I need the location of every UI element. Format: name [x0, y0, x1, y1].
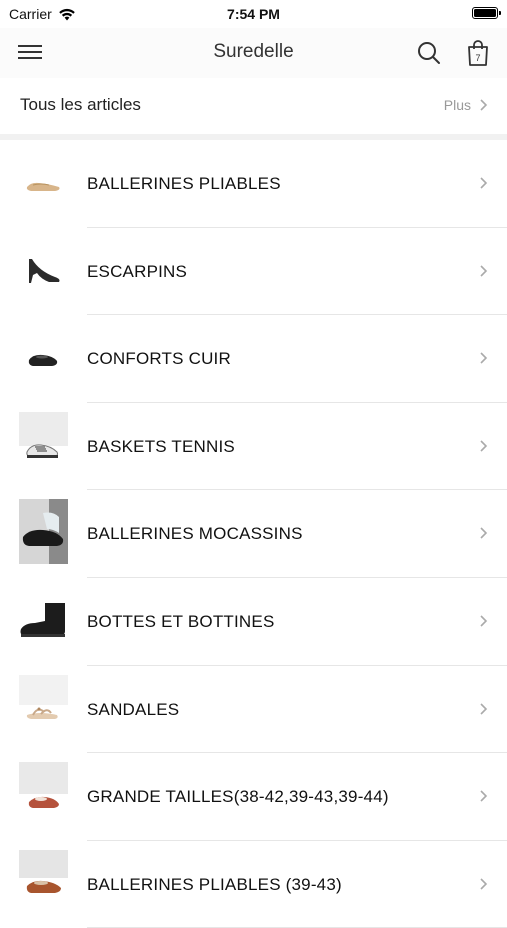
- ankle-boot-thumbnail: [19, 586, 68, 652]
- category-label: SANDALES: [87, 699, 180, 719]
- chevron-right-icon: [480, 790, 488, 802]
- tennis-sneaker-thumbnail: [19, 411, 68, 477]
- chevron-right-icon: [480, 265, 488, 277]
- moccasin-ballerina-thumbnail: [19, 499, 68, 565]
- category-item-ballerines-pliables[interactable]: BALLERINES PLIABLES: [0, 140, 507, 228]
- status-time: 7:54 PM: [227, 6, 280, 22]
- chevron-right-icon: [480, 440, 488, 452]
- navigation-bar: Suredelle 7: [0, 28, 507, 78]
- category-label: BASKETS TENNIS: [87, 436, 235, 456]
- category-label: CONFORTS CUIR: [87, 349, 231, 369]
- category-item-ballerines-pliables-39-43[interactable]: BALLERINES PLIABLES (39-43): [0, 841, 507, 928]
- chevron-right-icon: [480, 177, 488, 189]
- leather-loafer-thumbnail: [19, 324, 68, 390]
- category-label: ESCARPINS: [87, 261, 188, 281]
- category-item-bottes-et-bottines[interactable]: BOTTES ET BOTTINES: [0, 578, 507, 666]
- status-bar: Carrier 7:54 PM: [0, 0, 507, 28]
- category-item-conforts-cuir[interactable]: CONFORTS CUIR: [0, 315, 507, 403]
- chevron-right-icon: [480, 615, 488, 627]
- category-item-baskets-tennis[interactable]: BASKETS TENNIS: [0, 403, 507, 491]
- more-link[interactable]: Plus: [444, 97, 471, 113]
- category-item-escarpins[interactable]: ESCARPINS: [0, 228, 507, 316]
- category-list: BALLERINES PLIABLES ESCARPINS CONFORTS C…: [0, 140, 507, 928]
- chevron-right-icon: [480, 99, 488, 111]
- red-ballerina-thumbnail: [19, 762, 68, 828]
- category-item-ballerines-mocassins[interactable]: BALLERINES MOCASSINS: [0, 490, 507, 578]
- chevron-right-icon: [480, 702, 488, 715]
- cart-count: 7: [475, 53, 480, 63]
- chevron-right-icon: [480, 878, 488, 890]
- category-label: BALLERINES PLIABLES (39-43): [87, 874, 342, 894]
- category-label: BALLERINES PLIABLES: [87, 174, 281, 193]
- ballerina-flat-shoe-thumbnail: [19, 149, 68, 214]
- chevron-right-icon: [480, 527, 488, 539]
- category-item-sandales[interactable]: SANDALES: [0, 666, 507, 754]
- chevron-right-icon: [480, 352, 488, 364]
- high-heel-pump-thumbnail: [19, 236, 68, 302]
- sandal-thumbnail: [19, 674, 68, 740]
- brown-ballerina-thumbnail: [19, 849, 68, 915]
- category-item-grande-tailles[interactable]: GRANDE TAILLES(38-42,39-43,39-44): [0, 753, 507, 841]
- search-icon[interactable]: [416, 40, 442, 66]
- category-label: BALLERINES MOCASSINS: [87, 524, 303, 544]
- category-label: GRANDE TAILLES(38-42,39-43,39-44): [87, 787, 389, 807]
- category-label: BOTTES ET BOTTINES: [87, 611, 275, 631]
- battery-icon: [472, 7, 501, 19]
- shopping-bag-icon[interactable]: 7: [465, 39, 491, 67]
- all-articles-row[interactable]: Tous les articles Plus: [0, 78, 507, 134]
- all-articles-label: Tous les articles: [20, 95, 141, 114]
